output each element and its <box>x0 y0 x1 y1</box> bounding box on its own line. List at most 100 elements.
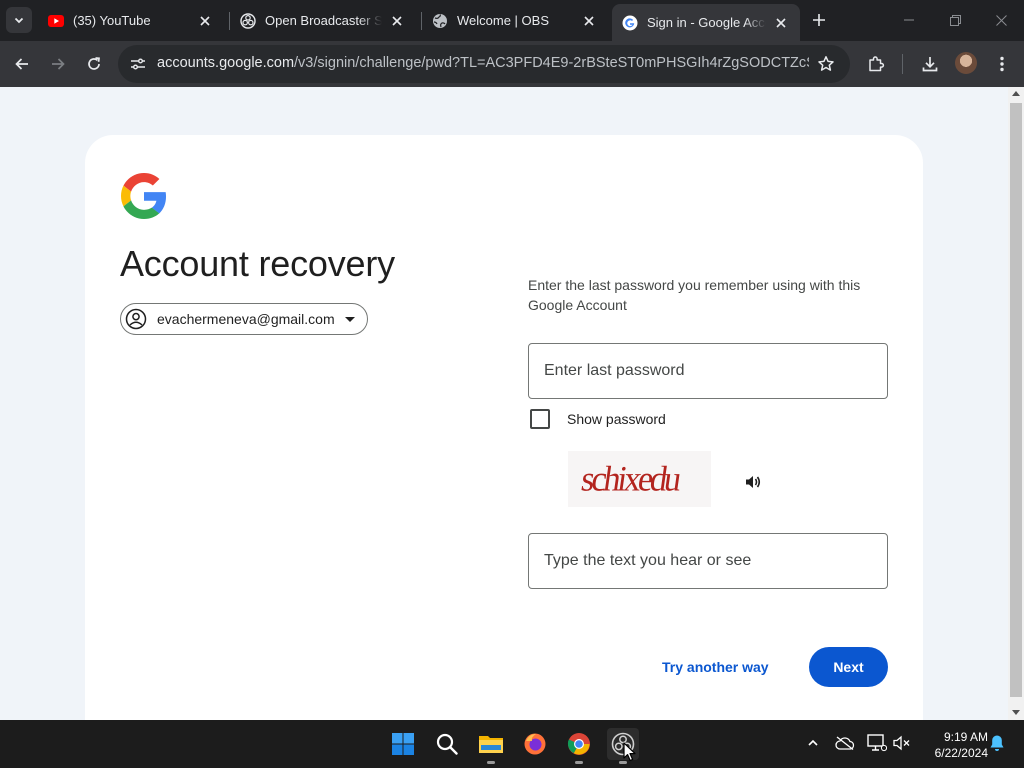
next-button[interactable]: Next <box>809 647 888 687</box>
taskbar-firefox[interactable] <box>519 728 551 760</box>
arrow-right-icon <box>52 58 65 70</box>
star-icon <box>818 56 834 71</box>
network-icon <box>867 734 887 752</box>
instructions-text: Enter the last password you remember usi… <box>528 277 861 313</box>
site-info-button[interactable] <box>126 52 150 76</box>
url-text[interactable]: accounts.google.com/v3/signin/challenge/… <box>157 55 809 71</box>
taskbar-clock[interactable]: 9:19 AM 6/22/2024 <box>918 729 988 761</box>
file-explorer-icon <box>479 736 503 753</box>
browser-menu-button[interactable] <box>988 50 1016 78</box>
tab-google-signin[interactable]: Sign in - Google Accounts <box>612 4 800 41</box>
tab-welcome-obs[interactable]: Welcome | OBS <box>422 4 608 37</box>
captcha-image: schixedu <box>568 451 711 507</box>
arrow-left-icon <box>15 58 28 70</box>
plus-icon <box>813 14 825 26</box>
taskbar-search-button[interactable] <box>431 728 463 760</box>
captcha-input[interactable] <box>529 534 887 588</box>
speaker-icon <box>746 476 761 488</box>
account-circle-icon <box>125 308 147 330</box>
firefox-icon <box>524 733 546 755</box>
reload-button[interactable] <box>80 50 108 78</box>
captcha-text: schixedu <box>578 459 683 499</box>
back-button[interactable] <box>8 50 36 78</box>
obs-icon <box>240 12 256 29</box>
close-tab-icon[interactable] <box>388 12 406 30</box>
chevron-up-icon <box>808 739 818 746</box>
account-email: evachermeneva@gmail.com <box>157 311 335 327</box>
minimize-button[interactable] <box>886 0 932 40</box>
clock-date: 6/22/2024 <box>934 746 988 760</box>
scroll-up-arrow-icon[interactable] <box>1012 91 1020 96</box>
signin-card: Account recovery evachermeneva@gmail.com… <box>85 135 923 720</box>
tab-title: Sign in - Google Accounts <box>647 15 766 30</box>
forward-button[interactable] <box>44 50 72 78</box>
tray-overflow-button[interactable] <box>802 732 824 754</box>
tab-obs[interactable]: Open Broadcaster Software <box>230 4 416 37</box>
page-viewport: Account recovery evachermeneva@gmail.com… <box>0 87 1008 720</box>
tray-volume[interactable] <box>891 732 913 754</box>
windows-start-icon <box>392 733 414 755</box>
bell-icon <box>990 735 1004 751</box>
minimize-icon <box>904 19 914 21</box>
google-logo-icon <box>121 173 167 219</box>
puzzle-icon <box>869 56 885 72</box>
show-password-label: Show password <box>567 411 666 427</box>
tab-search-button[interactable] <box>6 7 32 33</box>
close-icon <box>995 14 1007 26</box>
profile-avatar[interactable] <box>955 52 977 74</box>
tab-youtube[interactable]: (35) YouTube <box>38 4 224 37</box>
last-password-field[interactable] <box>528 343 888 399</box>
speaker-muted-icon <box>893 735 910 751</box>
globe-icon <box>432 13 448 29</box>
toolbar-divider <box>902 54 903 74</box>
url-path: /v3/signin/challenge/pwd?TL=AC3PFD4E9-2r… <box>294 55 809 71</box>
running-indicator <box>487 761 495 764</box>
account-chooser-chip[interactable]: evachermeneva@gmail.com <box>120 303 368 335</box>
mouse-cursor-icon <box>623 742 636 762</box>
chrome-icon <box>567 733 590 755</box>
captcha-field[interactable] <box>528 533 888 589</box>
try-another-way-button[interactable]: Try another way <box>650 647 781 687</box>
taskbar-file-explorer[interactable] <box>475 728 507 764</box>
google-icon <box>622 15 638 31</box>
cloud-offline-icon <box>835 736 855 750</box>
scrollbar-thumb[interactable] <box>1010 103 1022 697</box>
new-tab-button[interactable] <box>808 9 830 31</box>
scroll-down-arrow-icon[interactable] <box>1012 710 1020 715</box>
tune-icon <box>131 58 145 70</box>
url-domain: accounts.google.com <box>157 55 295 71</box>
restore-button[interactable] <box>932 0 978 40</box>
notifications-button[interactable] <box>986 732 1008 754</box>
tray-onedrive[interactable] <box>834 732 856 754</box>
bookmark-star-button[interactable] <box>816 54 836 74</box>
browser-toolbar: accounts.google.com/v3/signin/challenge/… <box>0 41 1024 87</box>
page-title: Account recovery <box>120 243 395 284</box>
close-tab-icon[interactable] <box>772 14 790 32</box>
last-password-input[interactable] <box>529 344 887 398</box>
close-tab-icon[interactable] <box>196 12 214 30</box>
address-bar[interactable]: accounts.google.com/v3/signin/challenge/… <box>118 45 850 83</box>
tab-title: (35) YouTube <box>73 13 151 28</box>
reload-icon <box>88 57 100 70</box>
show-password-checkbox[interactable] <box>530 409 550 429</box>
play-audio-button[interactable] <box>741 471 765 493</box>
windows-taskbar: 9:19 AM 6/22/2024 <box>0 720 1024 768</box>
download-icon <box>922 57 938 72</box>
close-window-button[interactable] <box>978 0 1024 40</box>
tab-title: Welcome | OBS <box>457 13 549 28</box>
restore-icon <box>949 14 961 26</box>
page-scrollbar[interactable] <box>1008 87 1024 720</box>
chevron-down-icon <box>14 17 24 24</box>
show-password-toggle[interactable]: Show password <box>528 407 666 431</box>
windows-start-button[interactable] <box>387 728 419 760</box>
search-icon <box>436 733 458 755</box>
tray-network[interactable] <box>866 732 888 754</box>
running-indicator <box>575 761 583 764</box>
close-tab-icon[interactable] <box>580 12 598 30</box>
downloads-button[interactable] <box>916 50 944 78</box>
browser-tab-strip: (35) YouTube Open Broadcaster Software W… <box>0 0 1024 41</box>
taskbar-chrome[interactable] <box>563 728 595 764</box>
extensions-button[interactable] <box>862 50 890 78</box>
youtube-icon <box>48 13 64 29</box>
tab-title: Open Broadcaster Software <box>265 13 382 28</box>
